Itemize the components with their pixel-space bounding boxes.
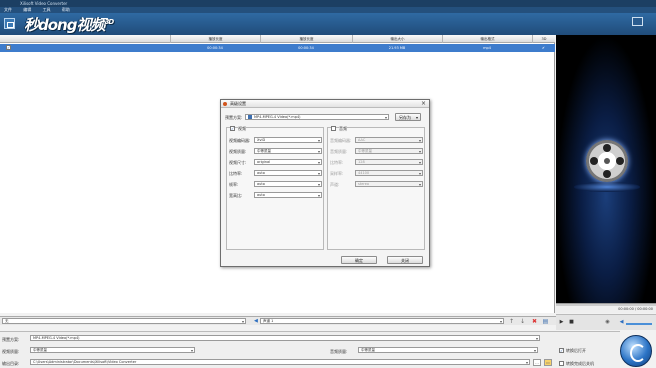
aspect-ratio-label: 宽高比: — [229, 193, 243, 198]
stop-icon[interactable]: ■ — [568, 319, 575, 326]
delete-icon[interactable]: ✖ — [531, 318, 538, 325]
audio-quality-row-select[interactable]: 中等质量 — [355, 148, 423, 154]
sample-rate-label: 采样率: — [330, 171, 344, 176]
audio-quality-row-label: 音频质量: — [330, 149, 348, 154]
move-up-icon[interactable]: ↑ — [508, 318, 515, 325]
audio-quality-select[interactable]: 中等质量 — [358, 347, 538, 353]
open-after-checkbox[interactable]: ✓ — [559, 348, 564, 353]
preset-select[interactable]: MP4-MPEG-4 Video(*.mp4) — [245, 114, 389, 120]
shutdown-label: 转换完成后关机 — [566, 361, 594, 366]
video-size-label: 视频尺寸: — [229, 160, 247, 165]
output-settings: 预置方案: MP4-MPEG-4 Video(*.mp4) 视频质量: 中等质量… — [0, 331, 620, 368]
frame-rate-select[interactable]: auto — [254, 181, 322, 187]
film-icon[interactable] — [4, 18, 15, 29]
audio-codec-label: 音频编码器: — [330, 138, 352, 143]
volume-icon[interactable]: ◀ — [618, 319, 625, 326]
destination-field[interactable]: C:\Users\Administrator\Documents\Xilisof… — [30, 359, 530, 365]
preview-glow — [574, 182, 640, 192]
audio-track-select[interactable]: 声道 1 — [260, 318, 504, 324]
file-3d-flag[interactable]: ✔ — [532, 44, 555, 52]
open-after-label: 转换后打开 — [566, 348, 586, 353]
dialog-title-bar[interactable]: 高级设置 — [221, 100, 429, 108]
channels-select[interactable]: stereo — [355, 181, 423, 187]
video-codec-label: 视频编码器: — [229, 138, 251, 143]
channels-label: 声道: — [330, 182, 340, 187]
file-duration: 00:00:34 — [207, 46, 223, 50]
file-output-size: 21.93 MB — [388, 46, 406, 50]
audio-bitrate-label: 比特率: — [330, 160, 344, 165]
video-panel: ✓ 视频 视频编码器: XviD 视频质量: 中等质量 视频尺寸: origin… — [226, 126, 324, 250]
properties-icon[interactable]: ▤ — [542, 318, 549, 325]
column-output-size[interactable]: 输出大小 — [352, 35, 442, 43]
row-checkbox[interactable]: ✓ — [6, 45, 11, 50]
video-quality-label: 视频质量: — [2, 349, 20, 354]
audio-track-icon: ◀ — [254, 318, 258, 324]
time-readout: 00:00:00 / 00:00:00 — [556, 306, 656, 313]
folder-icon[interactable]: ▭ — [544, 359, 552, 366]
subtitle-select[interactable]: 无 — [2, 318, 246, 324]
browse-button[interactable]: … — [533, 359, 541, 366]
dialog-app-icon — [223, 102, 227, 106]
shutdown-checkbox[interactable] — [559, 361, 564, 366]
video-quality-row-select[interactable]: 中等质量 — [254, 148, 322, 154]
audio-bitrate-select[interactable]: 128 — [355, 159, 423, 165]
video-size-select[interactable]: original — [254, 159, 322, 165]
video-bitrate-select[interactable]: auto — [254, 170, 322, 176]
move-down-icon[interactable]: ↓ — [519, 318, 526, 325]
file-output-duration: 00:00:34 — [298, 46, 314, 50]
close-icon[interactable]: × — [421, 100, 426, 108]
video-bitrate-label: 比特率: — [229, 171, 243, 176]
dialog-title: 高级设置 — [230, 101, 246, 106]
file-output-format[interactable]: mp4 — [442, 44, 532, 52]
column-name[interactable] — [0, 35, 170, 43]
file-list-header: 播放长度 播放长度 输出大小 输出格式 3D — [0, 35, 555, 43]
sample-rate-select[interactable]: 44100 — [355, 170, 423, 176]
save-as-button[interactable]: 另存为 ▾ — [395, 113, 421, 121]
profile-label: 预置方案: — [2, 337, 20, 342]
film-reel-icon — [586, 140, 628, 182]
table-row[interactable]: ✓ 00:00:34 00:00:34 21.93 MB mp4 ✔ — [0, 44, 555, 52]
volume-slider[interactable] — [626, 323, 652, 325]
audio-checkbox[interactable] — [331, 126, 336, 131]
audio-codec-select[interactable]: AAC — [355, 137, 423, 143]
window-title: Xilisoft Video Converter — [0, 0, 656, 7]
convert-button[interactable] — [620, 335, 652, 367]
audio-panel: 音频 音频编码器: AAC 音频质量: 中等质量 比特率: 128 采样率: 4… — [327, 126, 425, 250]
track-bar: 无 ◀ 声道 1 ↑ ↓ ✖ ▤ — [0, 316, 556, 325]
column-3d[interactable]: 3D — [532, 35, 555, 43]
player-controls: ▶ ■ ◉ ◀ — [556, 314, 656, 330]
column-duration[interactable]: 播放长度 — [170, 35, 260, 43]
video-quality-row-label: 视频质量: — [229, 149, 247, 154]
column-output-duration[interactable]: 播放长度 — [260, 35, 352, 43]
format-icon — [248, 115, 252, 119]
video-section-label: 视频 — [238, 126, 246, 132]
advanced-settings-dialog: 高级设置 × 预置方案: MP4-MPEG-4 Video(*.mp4) 另存为… — [220, 99, 430, 267]
video-quality-select[interactable]: 中等质量 — [30, 347, 195, 353]
cancel-button[interactable]: 关闭 — [387, 256, 423, 264]
column-output-format[interactable]: 输出格式 — [442, 35, 532, 43]
audio-quality-label: 音频质量: — [330, 349, 348, 354]
monitor-icon[interactable] — [632, 17, 643, 26]
watermark-logo: 秒dong视频3D — [24, 16, 114, 34]
snapshot-icon[interactable]: ◉ — [604, 319, 611, 326]
aspect-ratio-select[interactable]: auto — [254, 192, 322, 198]
profile-select[interactable]: MP4-MPEG-4 Video(*.mp4) — [30, 335, 540, 341]
ok-button[interactable]: 确定 — [341, 256, 377, 264]
frame-rate-label: 帧率: — [229, 182, 239, 187]
video-codec-select[interactable]: XviD — [254, 137, 322, 143]
audio-section-label: 音频 — [339, 126, 347, 132]
play-icon[interactable]: ▶ — [558, 319, 565, 326]
video-checkbox[interactable]: ✓ — [230, 126, 235, 131]
preset-label: 预置方案: — [225, 115, 243, 120]
destination-label: 输出目录: — [2, 361, 20, 366]
